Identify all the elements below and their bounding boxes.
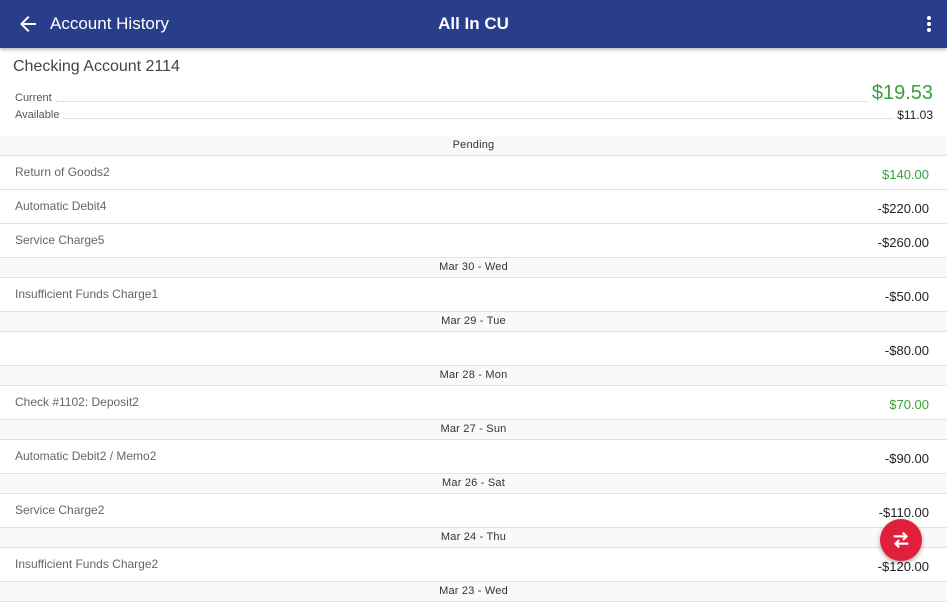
date-header: Mar 27 - Sun	[0, 420, 947, 440]
transaction-row[interactable]: Insufficient Funds Charge1 -$50.00	[0, 278, 947, 312]
transaction-description: Automatic Debit4	[15, 199, 107, 213]
transaction-description: Insufficient Funds Charge2	[15, 557, 159, 571]
more-vert-icon[interactable]	[921, 12, 937, 36]
date-header: Mar 24 - Thu	[0, 528, 947, 548]
transaction-history-list[interactable]: Pending Return of Goods2 $140.00 Automatic…	[0, 136, 947, 602]
transaction-amount: -$220.00	[877, 201, 929, 216]
back-arrow-icon[interactable]	[16, 12, 40, 36]
transaction-row[interactable]: Return of Goods2 $140.00	[0, 156, 947, 190]
transaction-amount: -$80.00	[884, 343, 929, 358]
transaction-row[interactable]: Check #1102: Deposit2 $70.00	[0, 386, 947, 420]
date-header: Mar 23 - Wed	[0, 582, 947, 602]
date-header: Mar 28 - Mon	[0, 366, 947, 386]
available-balance-row: Available $11.03	[15, 108, 933, 122]
transaction-description: Insufficient Funds Charge1	[15, 287, 159, 301]
transaction-amount: $140.00	[882, 167, 929, 182]
page-title: Account History	[50, 14, 170, 33]
transaction-row[interactable]: Automatic Debit2 / Memo2 -$90.00	[0, 440, 947, 474]
transaction-amount: -$260.00	[877, 235, 929, 250]
current-balance-row: Current $19.53	[15, 82, 933, 105]
dotted-leader	[63, 118, 894, 119]
date-header: Mar 26 - Sat	[0, 474, 947, 494]
transaction-row[interactable]: Service Charge2 -$110.00	[0, 494, 947, 528]
app-bar: Account History All In CU	[0, 0, 947, 48]
transaction-row[interactable]: Service Charge5 -$260.00	[0, 224, 947, 258]
transaction-row[interactable]: Automatic Debit4 -$220.00	[0, 190, 947, 224]
transaction-description: Service Charge5	[15, 233, 105, 247]
current-balance-label: Current	[15, 92, 52, 104]
transaction-row[interactable]: Insufficient Funds Charge2 -$120.00	[0, 548, 947, 582]
transaction-amount: -$50.00	[884, 289, 929, 304]
transfer-button[interactable]	[880, 519, 922, 561]
account-name: Checking Account 2114	[13, 58, 180, 75]
date-header: Mar 30 - Wed	[0, 258, 947, 278]
available-balance-label: Available	[15, 109, 60, 121]
pending-header: Pending	[0, 136, 947, 156]
transaction-description: Check #1102: Deposit2	[15, 395, 139, 409]
transaction-amount: -$90.00	[884, 451, 929, 466]
transaction-description: Automatic Debit2 / Memo2	[15, 449, 157, 463]
account-summary: Checking Account 2114 Current $19.53 Ava…	[0, 48, 947, 137]
dotted-leader	[55, 101, 868, 102]
transfer-icon	[893, 531, 909, 549]
current-balance-amount: $19.53	[871, 82, 933, 104]
transaction-amount: -$120.00	[877, 559, 929, 574]
transaction-description: Service Charge2	[15, 503, 105, 517]
transaction-row[interactable]: -$80.00	[0, 332, 947, 366]
available-balance-amount: $11.03	[897, 108, 933, 122]
date-header: Mar 29 - Tue	[0, 312, 947, 332]
transaction-amount: $70.00	[889, 397, 929, 412]
transaction-amount: -$110.00	[878, 505, 929, 520]
transaction-description: Return of Goods2	[15, 165, 110, 179]
